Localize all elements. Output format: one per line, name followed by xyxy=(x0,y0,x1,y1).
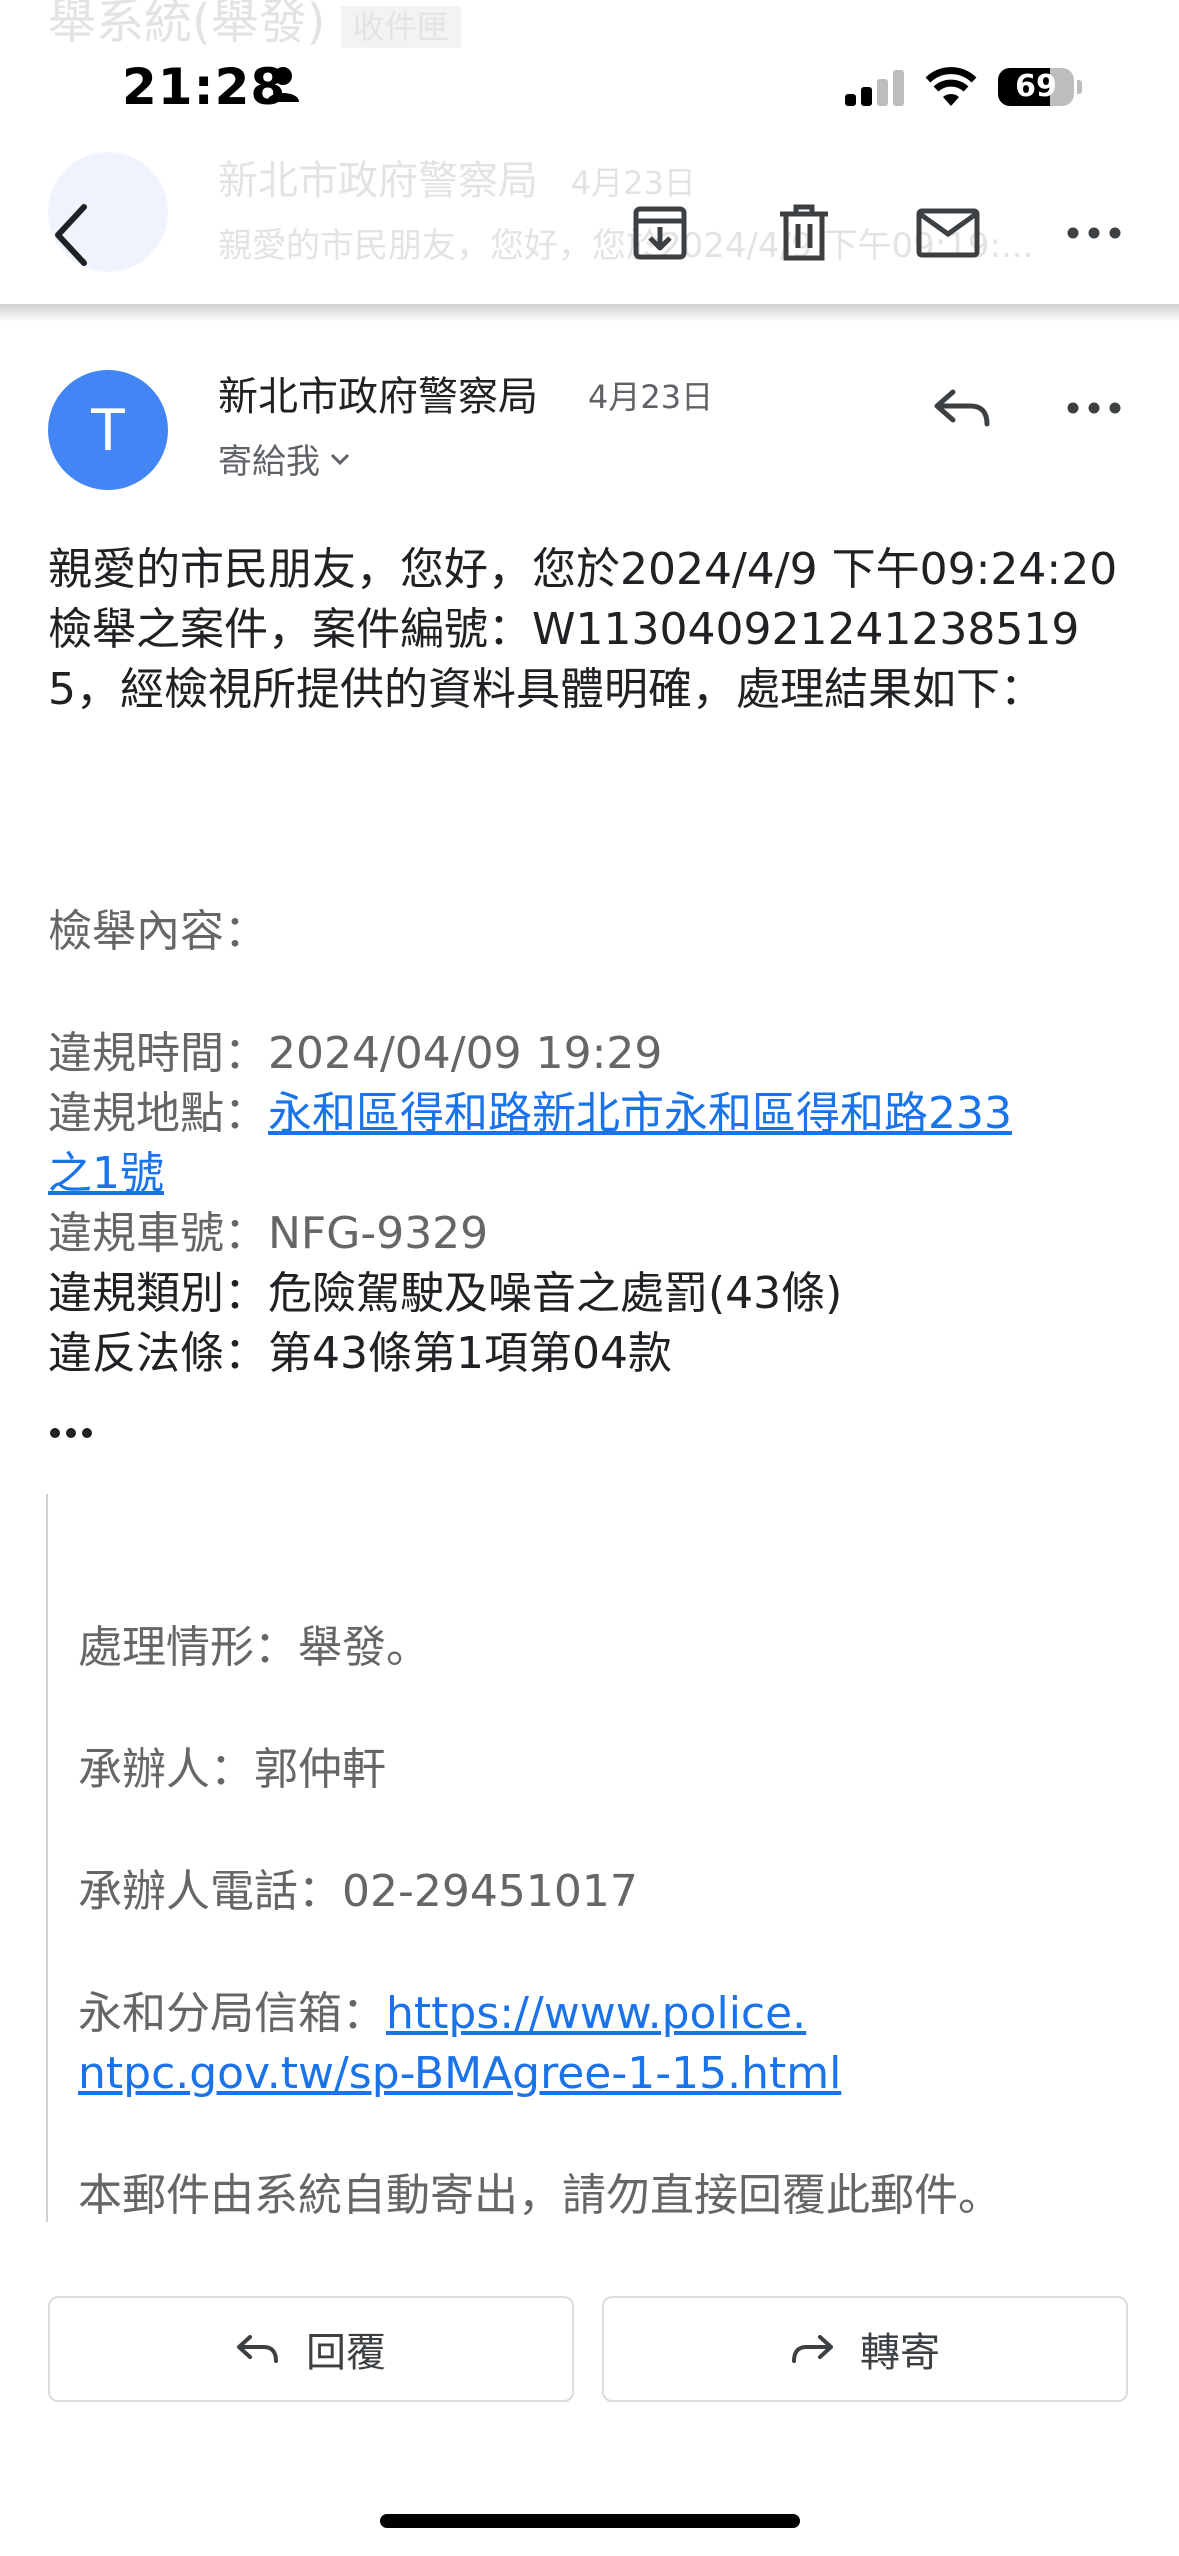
mail-icon xyxy=(916,208,980,258)
recipient-label: 寄給我 xyxy=(218,442,320,482)
message-more-button[interactable] xyxy=(1054,366,1134,450)
mark-unread-button[interactable] xyxy=(908,188,988,278)
violation-place: 違規地點：永和區得和路新北市永和區得和路233 xyxy=(48,1088,1012,1139)
wifi-icon xyxy=(925,67,977,106)
forward-icon xyxy=(792,2335,833,2363)
back-button[interactable] xyxy=(30,190,110,280)
reply-label: 回覆 xyxy=(306,2330,386,2376)
home-indicator[interactable] xyxy=(380,2514,800,2528)
violation-place-link[interactable]: 永和區得和路新北市永和區得和路233 xyxy=(268,1088,1012,1139)
reply-icon xyxy=(237,2335,278,2363)
reply-button[interactable]: 回覆 xyxy=(48,2296,574,2402)
forward-label: 轉寄 xyxy=(860,2330,940,2376)
clock: 21:28 xyxy=(122,58,287,116)
trash-icon xyxy=(780,204,828,261)
avatar[interactable]: T xyxy=(48,370,168,490)
handler: 承辦人：郭仲軒 xyxy=(78,1744,386,1795)
processing-status: 處理情形：舉發。 xyxy=(78,1622,430,1673)
status-bar: 21:28 69 xyxy=(0,0,1179,150)
mailbox-link[interactable]: https://www.police. xyxy=(386,1988,806,2039)
forward-button[interactable]: 轉寄 xyxy=(602,2296,1128,2402)
violation-time: 違規時間：2024/04/09 19:29 xyxy=(48,1028,663,1079)
intro-paragraph: 親愛的市民朋友，您好，您於2024/4/9 下午09:24:20檢舉之案件，案件… xyxy=(48,544,1118,715)
toolbar xyxy=(0,160,1179,310)
violation-category: 違規類別：危險駕駛及噪音之處罰(43條) xyxy=(48,1268,843,1319)
toolbar-shadow xyxy=(0,304,1179,322)
violated-law: 違反法條：第43條第1項第04款 xyxy=(48,1328,672,1379)
violation-place-link-cont[interactable]: 之1號 xyxy=(48,1144,164,1204)
chevron-down-icon xyxy=(330,453,350,465)
more-horizontal-icon xyxy=(1067,402,1121,414)
auto-notice: 本郵件由系統自動寄出，請勿直接回覆此郵件。 xyxy=(78,2170,1002,2221)
reply-icon xyxy=(934,389,990,427)
sender-name: 新北市政府警察局 xyxy=(218,374,538,420)
person-icon xyxy=(267,67,299,102)
show-trimmed-content-button[interactable] xyxy=(50,1428,92,1438)
delete-button[interactable] xyxy=(764,188,844,278)
chevron-left-icon xyxy=(55,204,87,266)
more-options-button[interactable] xyxy=(1054,188,1134,278)
recipient-details-toggle[interactable]: 寄給我 xyxy=(218,434,350,483)
message-date: 4月23日 xyxy=(588,378,714,416)
more-horizontal-icon xyxy=(1067,227,1121,239)
archive-button[interactable] xyxy=(620,188,700,278)
cellular-signal-icon xyxy=(845,70,905,106)
license-plate: 違規車號：NFG-9329 xyxy=(48,1208,489,1259)
reply-icon-button[interactable] xyxy=(920,366,1004,450)
handler-phone: 承辦人電話：02-29451017 xyxy=(78,1866,638,1917)
battery-icon: 69 xyxy=(998,68,1074,106)
section-label: 檢舉內容： xyxy=(48,906,268,957)
battery-level: 69 xyxy=(1015,69,1057,104)
quote-bar xyxy=(46,1494,48,2222)
mailbox-link-cont[interactable]: ntpc.gov.tw/sp-BMAgree-1-15.html xyxy=(78,2044,841,2104)
archive-icon xyxy=(633,206,687,260)
mailbox: 永和分局信箱：https://www.police. xyxy=(78,1988,807,2039)
